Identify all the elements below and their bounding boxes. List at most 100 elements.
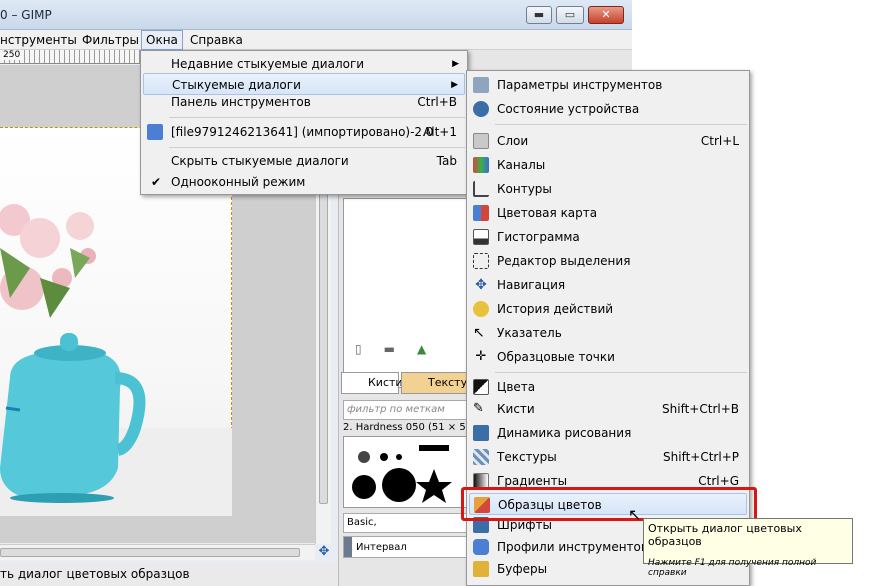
menu-item-label: Указатель xyxy=(497,326,562,340)
menu-bar: нструменты Фильтры Окна Справка xyxy=(0,30,632,50)
layers-icon xyxy=(473,133,489,149)
ruler-label: 250 xyxy=(3,50,21,60)
tool-presets-icon xyxy=(473,539,489,555)
menu-item-label: [file9791246213641] (импортировано)-2.0 xyxy=(171,125,434,139)
menu-item-label: Текстуры xyxy=(497,450,557,464)
menu-item-histogram[interactable]: Гистограмма xyxy=(469,226,747,248)
tooltip: Открыть диалог цветовых образцов Нажмите… xyxy=(643,518,853,578)
check-icon: ✔ xyxy=(151,175,162,189)
menu-item-toolbox[interactable]: Панель инструментов Ctrl+B xyxy=(143,91,465,113)
menu-item-label: Состояние устройства xyxy=(497,102,640,116)
menu-separator xyxy=(495,372,747,373)
menu-item-hide-docks[interactable]: Скрыть стыкуемые диалоги Tab xyxy=(143,150,465,172)
up-arrow-icon[interactable]: ▲ xyxy=(417,342,448,356)
menu-item-label: Недавние стыкуемые диалоги xyxy=(171,57,365,71)
menu-item-navigation[interactable]: ✥ Навигация xyxy=(469,274,747,296)
menu-item-label: Цвета xyxy=(497,380,536,394)
menu-separator xyxy=(495,124,747,125)
menu-item-label: История действий xyxy=(497,302,614,316)
menu-item-device-status[interactable]: Состояние устройства xyxy=(469,98,747,120)
menu-item-label: Параметры инструментов xyxy=(497,78,663,92)
menu-item-single-window-mode[interactable]: ✔ Однооконный режим xyxy=(143,171,465,193)
menu-item-label: Скрыть стыкуемые диалоги xyxy=(171,154,349,168)
brush-preset-input[interactable]: Basic, xyxy=(343,513,467,533)
title-bar: 0 – GIMP ▬ ▭ ✕ xyxy=(0,0,632,30)
dock-list-panel xyxy=(343,198,467,388)
menu-item-pointer[interactable]: ↖ Указатель xyxy=(469,322,747,344)
menu-help[interactable]: Справка xyxy=(190,33,243,47)
menu-item-label: Цветовая карта xyxy=(497,206,598,220)
menu-item-label: Контуры xyxy=(497,182,552,196)
status-bar: ть диалог цветовых образцов xyxy=(0,562,340,586)
menu-item-undo-history[interactable]: История действий xyxy=(469,298,747,320)
menu-item-selection-editor[interactable]: Редактор выделения xyxy=(469,250,747,272)
menu-filters[interactable]: Фильтры xyxy=(82,33,139,47)
menu-item-label: Буферы xyxy=(497,562,548,576)
menu-item-channels[interactable]: Каналы xyxy=(469,154,747,176)
menu-tools[interactable]: нструменты xyxy=(0,33,77,47)
menu-item-paths[interactable]: Контуры xyxy=(469,178,747,200)
menu-item-label: Профили инструментов xyxy=(497,540,648,554)
menu-item-label: Редактор выделения xyxy=(497,254,631,268)
menu-item-label: Динамика рисования xyxy=(497,426,632,440)
menu-item-label: Однооконный режим xyxy=(171,175,306,189)
tag-filter-input[interactable]: фильтр по меткам xyxy=(343,400,467,420)
mouse-cursor-icon: ↖ xyxy=(628,505,642,524)
menu-item-colormap[interactable]: Цветовая карта xyxy=(469,202,747,224)
highlight-annotation xyxy=(461,487,757,521)
tab-brushes-label: Кисти xyxy=(368,376,403,389)
histogram-icon xyxy=(473,229,489,245)
tab-patterns[interactable]: Текстуры xyxy=(401,372,483,394)
window-title: 0 – GIMP xyxy=(0,8,52,22)
brush-grid[interactable] xyxy=(343,436,467,508)
windows-menu: Недавние стыкуемые диалоги ▶ Стыкуемые д… xyxy=(140,50,468,195)
navigate-icon[interactable]: ✥ xyxy=(316,544,332,560)
menu-item-image-window[interactable]: [file9791246213641] (импортировано)-2.0 … xyxy=(143,121,465,143)
device-status-icon xyxy=(473,101,489,117)
menu-item-recent-docks[interactable]: Недавние стыкуемые диалоги ▶ xyxy=(143,53,465,75)
menu-item-shortcut: Ctrl+L xyxy=(700,134,739,148)
colors-icon xyxy=(473,379,489,395)
submenu-arrow-icon: ▶ xyxy=(452,59,459,69)
close-button[interactable]: ✕ xyxy=(588,6,624,24)
paint-dynamics-icon xyxy=(473,425,489,441)
dock-action-icons: ▯▬▲ xyxy=(355,342,448,356)
menu-item-label: Панель инструментов xyxy=(171,95,311,109)
menu-item-paint-dynamics[interactable]: Динамика рисования xyxy=(469,422,747,444)
spacing-slider[interactable]: Интервал xyxy=(343,536,467,558)
minimize-button[interactable]: ▬ xyxy=(526,6,552,24)
menu-item-brushes[interactable]: ✎ Кисти Shift+Ctrl+B xyxy=(469,398,747,420)
new-document-icon[interactable]: ▯ xyxy=(355,342,384,356)
pointer-icon: ↖ xyxy=(473,325,485,341)
tool-options-icon xyxy=(473,77,489,93)
maximize-button[interactable]: ▭ xyxy=(556,6,584,24)
sample-points-icon: ✛ xyxy=(475,349,487,364)
colormap-icon xyxy=(473,205,489,221)
menu-item-label: Образцовые точки xyxy=(497,350,615,364)
menu-item-colors[interactable]: Цвета xyxy=(469,376,747,398)
brush-tabs: Кисти Текстуры xyxy=(341,372,483,394)
menu-item-patterns[interactable]: Текстуры Shift+Ctrl+P xyxy=(469,446,747,468)
tab-brushes[interactable]: Кисти xyxy=(341,372,403,394)
menu-item-label: Слои xyxy=(497,134,529,148)
brush-name: 2. Hardness 050 (51 × 51) xyxy=(343,422,476,433)
menu-item-shortcut: Alt+1 xyxy=(423,125,457,139)
paths-icon xyxy=(473,181,489,197)
menu-item-sample-points[interactable]: ✛ Образцовые точки xyxy=(469,346,747,368)
undo-history-icon xyxy=(473,301,489,317)
folder-icon[interactable]: ▬ xyxy=(384,342,417,356)
tooltip-text: Открыть диалог цветовых образцов xyxy=(648,522,802,548)
menu-item-layers[interactable]: Слои Ctrl+L xyxy=(469,130,747,152)
menu-item-shortcut: Shift+Ctrl+P xyxy=(663,450,739,464)
menu-item-label: Навигация xyxy=(497,278,566,292)
menu-windows[interactable]: Окна xyxy=(141,30,183,50)
menu-item-label: Гистограмма xyxy=(497,230,580,244)
menu-separator xyxy=(169,147,465,148)
image-window-icon xyxy=(147,124,163,140)
horizontal-scrollbar[interactable] xyxy=(0,544,315,560)
brush-shapes xyxy=(352,445,452,503)
navigation-icon: ✥ xyxy=(475,277,487,293)
menu-item-shortcut: Ctrl+B xyxy=(417,95,457,109)
menu-item-tool-options[interactable]: Параметры инструментов xyxy=(469,74,747,96)
horizontal-scroll-thumb[interactable] xyxy=(0,548,300,557)
